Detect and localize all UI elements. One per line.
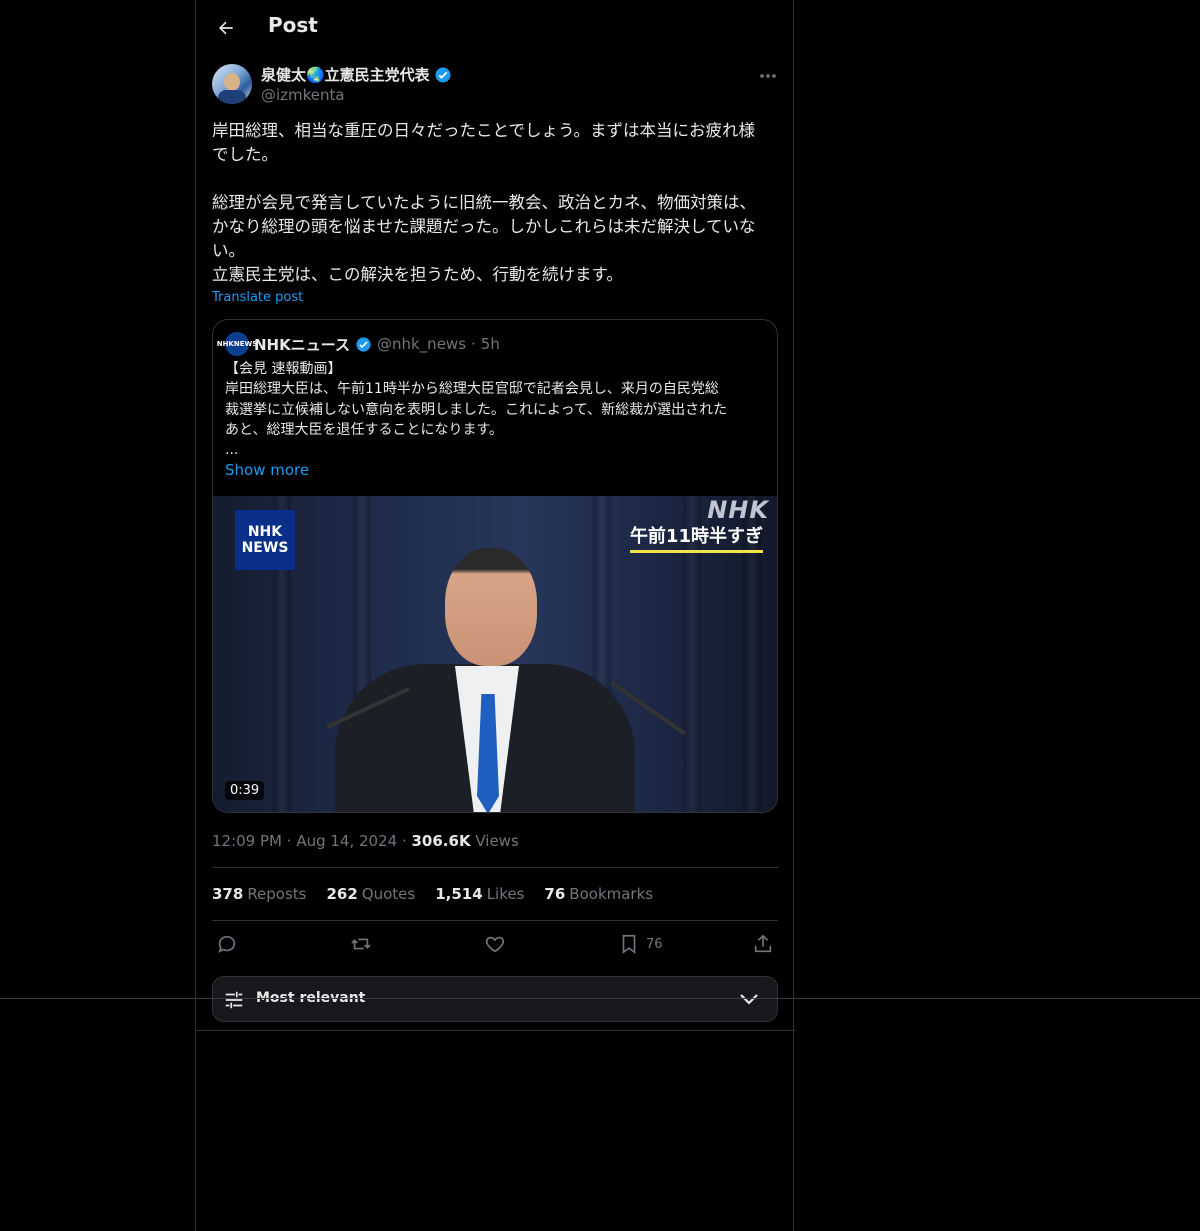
bookmark-icon bbox=[622, 934, 636, 954]
video-player[interactable]: NHK NEWS NHK 午前11時半すぎ 0:39 bbox=[213, 496, 777, 812]
show-more-link[interactable]: Show more bbox=[225, 461, 309, 479]
divider bbox=[212, 920, 778, 921]
likes-stat[interactable]: 1,514 Likes bbox=[435, 885, 524, 903]
bookmark-button[interactable]: 76 bbox=[618, 932, 663, 956]
dot-separator: · bbox=[471, 335, 476, 353]
bookmarks-stat[interactable]: 76 Bookmarks bbox=[544, 885, 653, 903]
page-title: Post bbox=[268, 13, 318, 37]
chevron-down-icon bbox=[740, 994, 758, 1005]
like-icon bbox=[485, 936, 505, 953]
nhk-news-logo: NHK NEWS bbox=[235, 510, 295, 570]
avatar-face bbox=[224, 73, 240, 91]
avatar-body bbox=[218, 90, 246, 104]
header: Post bbox=[196, 0, 795, 55]
author-name-text: 泉健太🌏立憲民主党代表 bbox=[261, 66, 430, 84]
dot-separator: · bbox=[401, 832, 412, 850]
avatar[interactable] bbox=[212, 64, 252, 104]
quoted-post[interactable]: NHK NEWS NHKニュース @nhk_news · 5h 【会見 速報動画】… bbox=[212, 319, 778, 813]
share-button[interactable] bbox=[752, 932, 774, 956]
repost-button[interactable] bbox=[350, 932, 372, 956]
nhk-watermark: NHK bbox=[707, 496, 769, 524]
divider bbox=[196, 1030, 795, 1031]
post-date[interactable]: Aug 14, 2024 bbox=[296, 832, 397, 850]
share-icon bbox=[754, 934, 772, 953]
views-label: Views bbox=[475, 832, 519, 850]
repost-icon bbox=[351, 938, 371, 950]
translate-post-link[interactable]: Translate post bbox=[212, 290, 303, 305]
page-guide-line bbox=[0, 998, 1200, 999]
quoted-author-name: NHKニュース bbox=[254, 335, 350, 354]
reply-sort-dropdown[interactable]: Most relevant bbox=[212, 976, 778, 1022]
reposts-stat[interactable]: 378 Reposts bbox=[212, 885, 307, 903]
author-handle[interactable]: @izmkenta bbox=[261, 86, 345, 104]
post-timestamp: 12:09 PM · Aug 14, 2024 · 306.6K Views bbox=[212, 832, 519, 850]
bookmark-count: 76 bbox=[646, 936, 663, 952]
main-column: Post 泉健太🌏立憲民主党代表 @izmkenta 岸田総理、相当な重圧の日々… bbox=[195, 0, 795, 1231]
back-arrow-icon bbox=[219, 21, 233, 35]
reply-button[interactable] bbox=[216, 932, 238, 956]
quoted-post-age: 5h bbox=[480, 335, 500, 353]
dot-separator: · bbox=[286, 832, 297, 850]
quoted-post-text: 【会見 速報動画】 岸田総理大臣は、午前11時半から総理大臣官邸で記者会見し、来… bbox=[225, 361, 728, 459]
verified-badge-icon bbox=[356, 336, 371, 352]
quoted-post-header: NHK NEWS NHKニュース @nhk_news · 5h bbox=[217, 332, 500, 356]
engagement-stats: 378 Reposts 262 Quotes 1,514 Likes 76 Bookma… bbox=[212, 885, 653, 903]
speaker-head bbox=[445, 548, 537, 666]
divider bbox=[212, 867, 778, 868]
quotes-stat[interactable]: 262 Quotes bbox=[327, 885, 416, 903]
more-icon bbox=[760, 74, 776, 78]
author-name[interactable]: 泉健太🌏立憲民主党代表 bbox=[261, 64, 452, 85]
back-button[interactable] bbox=[210, 12, 242, 44]
verified-badge-icon bbox=[435, 67, 451, 82]
like-button[interactable] bbox=[484, 932, 506, 956]
reply-icon bbox=[218, 935, 236, 954]
post-time[interactable]: 12:09 PM bbox=[212, 832, 282, 850]
quoted-avatar: NHK NEWS bbox=[217, 332, 257, 356]
video-caption: 午前11時半すぎ bbox=[629, 522, 763, 553]
more-button[interactable] bbox=[756, 66, 780, 86]
quoted-author-handle: @nhk_news bbox=[376, 335, 467, 353]
views-count: 306.6K bbox=[411, 832, 471, 850]
post-text: 岸田総理、相当な重圧の日々だったことでしょう。まずは本当にお疲れ様 でした。 総… bbox=[212, 121, 757, 284]
video-duration: 0:39 bbox=[225, 781, 265, 800]
sliders-icon bbox=[225, 991, 243, 1009]
